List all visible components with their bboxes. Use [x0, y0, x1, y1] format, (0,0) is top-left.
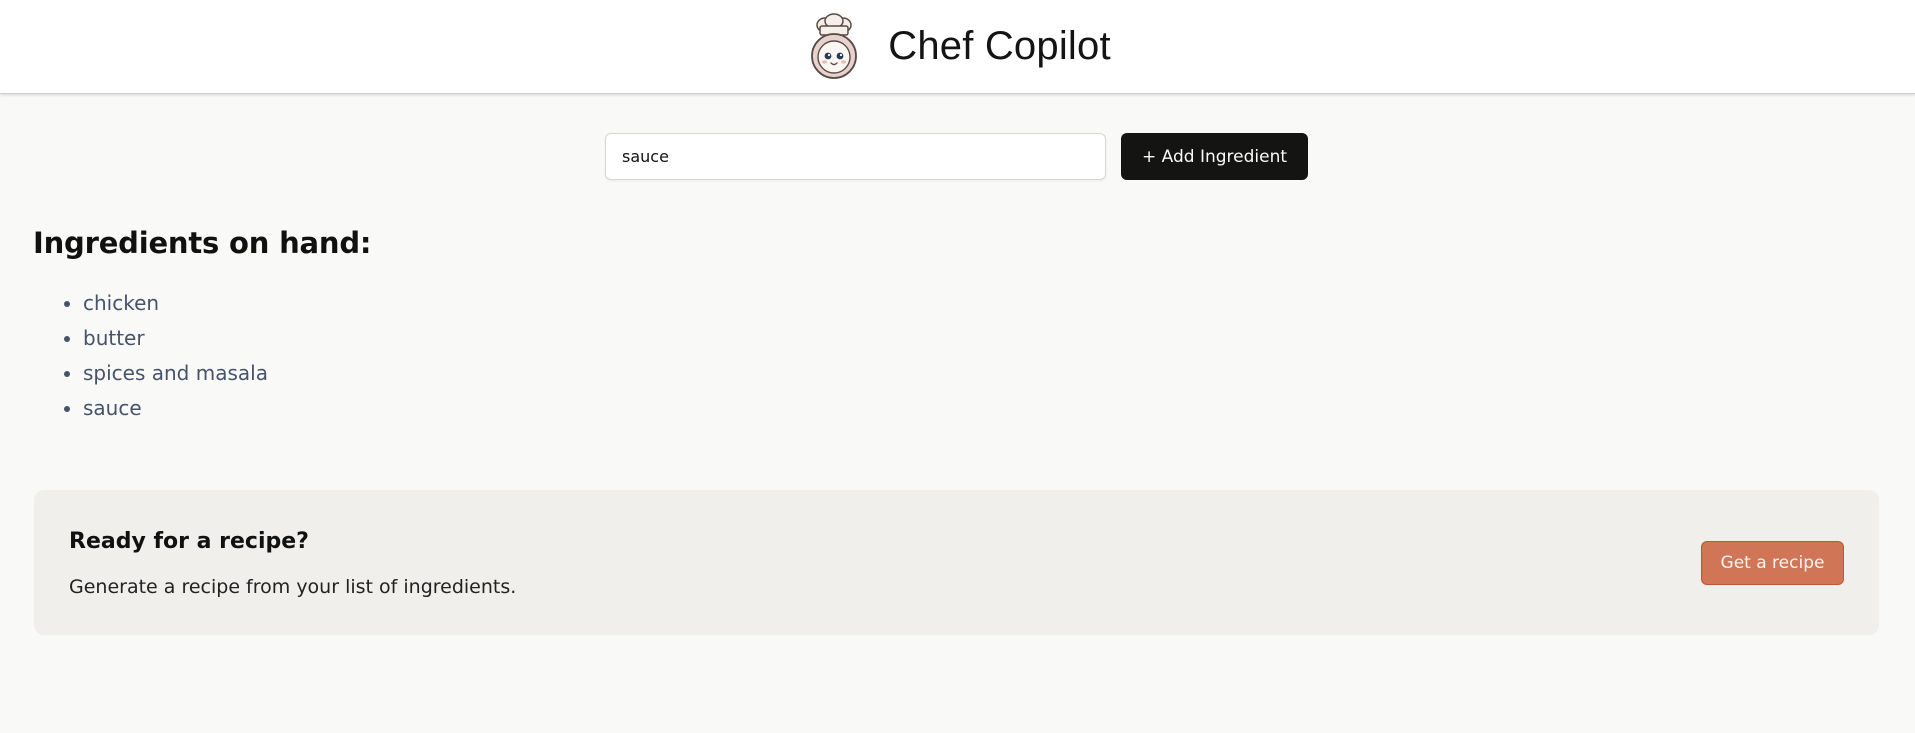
ingredient-item: chicken [83, 286, 371, 321]
ingredient-item: butter [83, 321, 371, 356]
add-ingredient-button[interactable]: + Add Ingredient [1121, 133, 1308, 180]
ingredients-heading: Ingredients on hand: [33, 226, 372, 260]
add-ingredient-form: + Add Ingredient [605, 133, 1308, 180]
app-title: Chef Copilot [888, 24, 1111, 68]
app-header: Chef Copilot [0, 0, 1915, 94]
recipe-panel-heading: Ready for a recipe? [69, 529, 309, 554]
ingredients-section: Ingredients on hand: chicken butter spic… [33, 226, 371, 426]
ingredient-item: sauce [83, 391, 371, 426]
get-recipe-button[interactable]: Get a recipe [1701, 540, 1844, 585]
ingredient-item: spices and masala [83, 356, 371, 391]
chef-mascot-icon [811, 12, 858, 79]
ingredients-list: chicken butter spices and masala sauce [33, 286, 371, 426]
get-recipe-panel: Ready for a recipe? Generate a recipe fr… [34, 490, 1879, 635]
recipe-panel-subtext: Generate a recipe from your list of ingr… [69, 576, 517, 598]
ingredient-input[interactable] [605, 133, 1106, 180]
recipe-text-block: Ready for a recipe? Generate a recipe fr… [69, 527, 516, 598]
